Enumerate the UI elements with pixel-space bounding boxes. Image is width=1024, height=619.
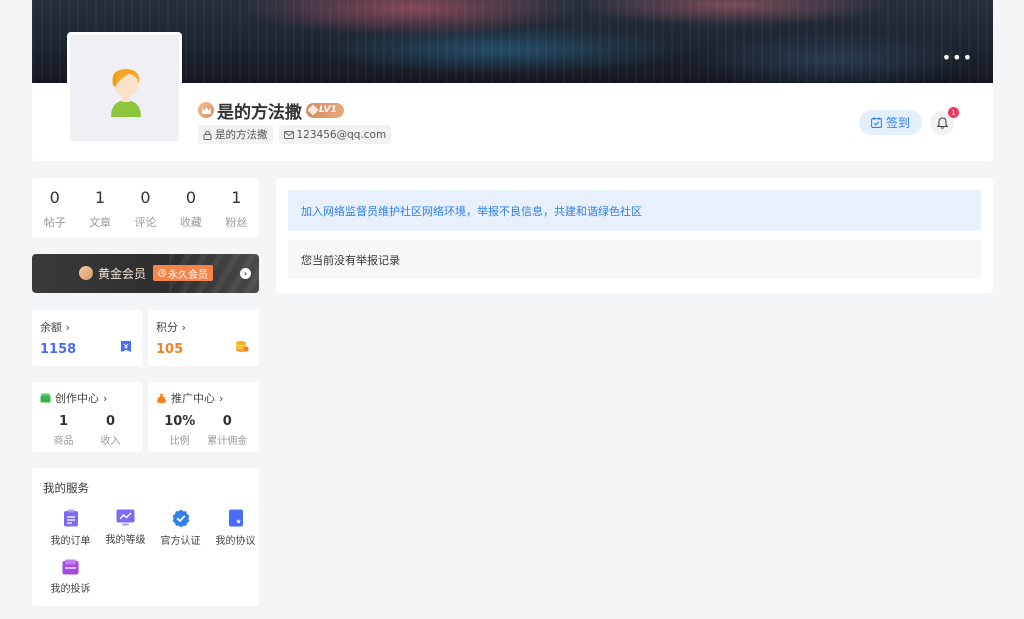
stat-value: 0	[49, 188, 60, 207]
stat-value: 1	[231, 188, 242, 207]
vip-tag-text: 永久会员	[168, 269, 208, 281]
stat-comments[interactable]: 0 评论	[123, 178, 168, 237]
stats-panel: 0 帖子 1 文章 0 评论 0 收藏 1 粉丝	[32, 178, 259, 237]
chevron-right-icon[interactable]: ›	[240, 268, 251, 279]
lock-icon	[203, 130, 212, 140]
inbox-icon	[62, 559, 79, 575]
profile-header-card: ••• 是的方法撒 LV1 是的方法撒 123456@qq.com 签到 1	[32, 0, 993, 161]
document-star-icon	[228, 509, 243, 527]
balance-title: 余额 ›	[40, 321, 70, 334]
creation-center-card: 创作中心 › 1 商品 0 收入	[32, 382, 142, 452]
level-badge: LV1	[306, 102, 344, 118]
service-my-complaints[interactable]: 我的投诉	[43, 559, 98, 595]
stat-label: 评论	[134, 216, 157, 229]
service-label: 我的等级	[105, 535, 146, 546]
points-card[interactable]: 积分 › 105	[148, 310, 259, 366]
bell-icon	[936, 117, 948, 129]
username-chip: 是的方法撒	[198, 125, 273, 144]
notification-count-badge: 1	[948, 107, 959, 118]
stat-label: 文章	[89, 216, 112, 229]
chart-icon	[116, 509, 135, 526]
my-services-panel: 我的服务 我的订单 我的等级 官方认证 我的协议 我的投诉	[32, 468, 259, 606]
checkin-label: 签到	[885, 116, 910, 130]
name-row: 是的方法撒 LV1	[198, 99, 344, 123]
creation-products: 1 商品	[53, 414, 74, 447]
creation-income: 0 收入	[100, 414, 121, 447]
user-name: 是的方法撒	[217, 102, 302, 123]
promotion-center-card: 推广中心 › 10% 比例 0 累计佣金	[148, 382, 259, 452]
vip-crown-icon	[79, 266, 93, 280]
vip-membership-bar[interactable]: 黄金会员 永久会员 ›	[32, 254, 259, 293]
stat-value: 1	[95, 188, 106, 207]
notification-button[interactable]: 1	[930, 107, 959, 135]
checkin-button[interactable]: 签到	[859, 110, 922, 135]
supervisor-notice: 加入网络监督员维护社区网络环境，举报不良信息，共建和谐绿色社区	[288, 190, 981, 231]
stat-label: 帖子	[43, 216, 66, 229]
more-menu-icon[interactable]: •••	[942, 50, 973, 66]
clipboard-icon	[63, 509, 78, 527]
calendar-check-icon	[871, 117, 882, 128]
email-chip: 123456@qq.com	[278, 125, 392, 144]
avatar[interactable]	[67, 32, 182, 144]
service-official-verification[interactable]: 官方认证	[153, 509, 208, 547]
clock-icon	[158, 269, 166, 277]
vip-name: 黄金会员	[98, 267, 147, 281]
stat-label: 收藏	[179, 216, 202, 229]
creation-center-link[interactable]: 创作中心 ›	[40, 390, 134, 406]
mail-icon	[283, 130, 294, 139]
verified-icon	[172, 509, 189, 527]
stat-followers[interactable]: 1 粉丝	[214, 178, 259, 237]
service-label: 官方认证	[160, 536, 201, 547]
empty-report-record: 您当前没有举报记录	[288, 240, 981, 279]
service-label: 我的订单	[50, 536, 91, 547]
balance-card[interactable]: 余额 › 1158	[32, 310, 142, 366]
diamond-icon	[307, 104, 319, 116]
service-my-level[interactable]: 我的等级	[98, 509, 153, 547]
stat-posts[interactable]: 0 帖子	[32, 178, 77, 237]
report-panel: 加入网络监督员维护社区网络环境，举报不良信息，共建和谐绿色社区 您当前没有举报记…	[276, 178, 993, 293]
service-label: 我的投诉	[50, 584, 91, 595]
promotion-ratio: 10% 比例	[164, 414, 196, 447]
money-bag-icon	[157, 393, 166, 403]
user-meta: 是的方法撒 123456@qq.com	[198, 125, 392, 144]
stat-label: 粉丝	[225, 216, 248, 229]
stat-value: 0	[140, 188, 151, 207]
stat-favorites[interactable]: 0 收藏	[168, 178, 213, 237]
vip-tag: 永久会员	[153, 265, 213, 281]
stat-articles[interactable]: 1 文章	[77, 178, 122, 237]
avatar-illustration	[111, 69, 141, 117]
email-text: 123456@qq.com	[296, 128, 387, 141]
service-label: 我的协议	[215, 536, 256, 547]
service-my-agreement[interactable]: 我的协议	[208, 509, 263, 547]
shop-icon	[40, 393, 51, 403]
points-title: 积分 ›	[156, 321, 186, 334]
level-text: LV1	[319, 105, 337, 115]
promotion-center-link[interactable]: 推广中心 ›	[156, 390, 251, 406]
service-my-orders[interactable]: 我的订单	[43, 509, 98, 547]
coins-icon	[236, 341, 249, 352]
wallet-icon	[121, 341, 131, 352]
username-text: 是的方法撒	[215, 129, 268, 141]
stat-value: 0	[185, 188, 197, 207]
services-title: 我的服务	[43, 481, 89, 495]
crown-icon	[198, 102, 214, 118]
promotion-commission: 0 累计佣金	[207, 414, 248, 447]
